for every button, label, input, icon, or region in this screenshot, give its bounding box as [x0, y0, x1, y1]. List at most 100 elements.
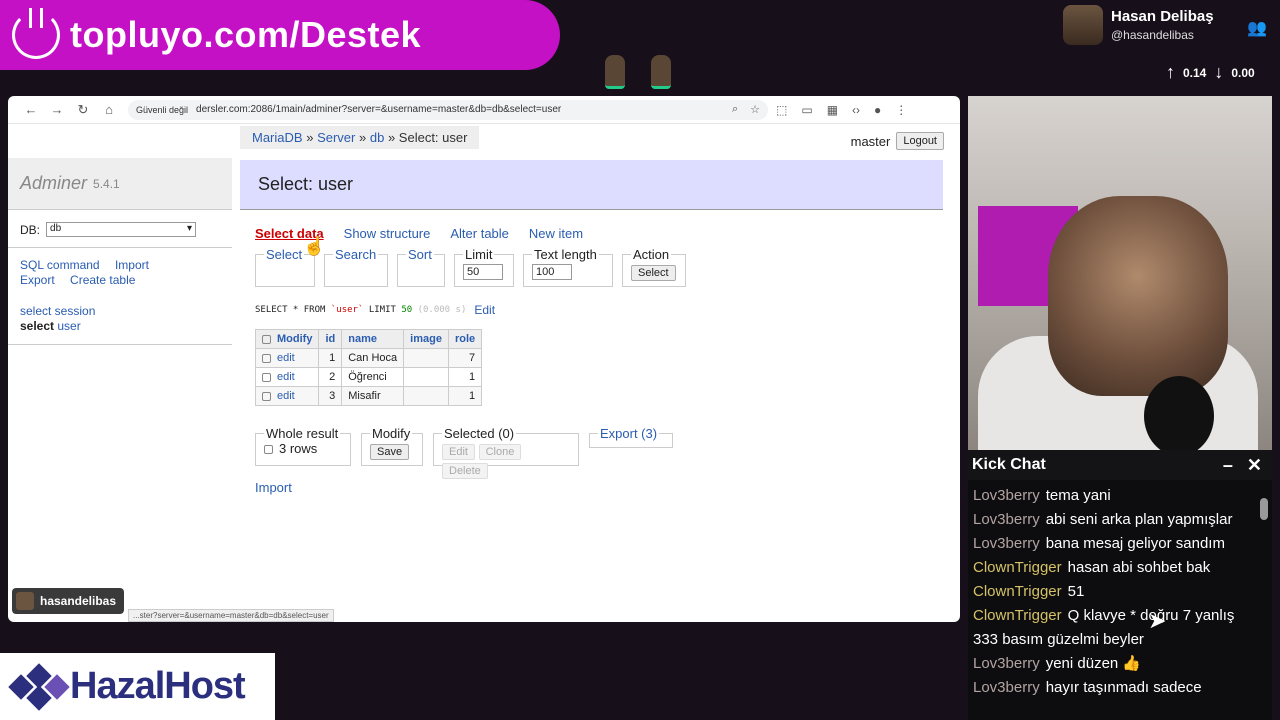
table-select-link[interactable]: select: [20, 319, 54, 333]
sql-edit-link[interactable]: Edit: [474, 303, 495, 317]
users-icon: 👥: [1247, 20, 1267, 37]
close-icon[interactable]: ✕: [1247, 455, 1262, 476]
db-select[interactable]: db: [46, 222, 197, 237]
chat-username[interactable]: Lov3berry: [973, 655, 1040, 672]
col-role[interactable]: role: [447, 329, 483, 349]
forward-icon[interactable]: →: [44, 102, 70, 117]
chat-header: Kick Chat – ✕: [968, 450, 1272, 480]
col-id[interactable]: id: [318, 329, 343, 349]
text-length-input[interactable]: 100: [532, 264, 572, 280]
address-bar[interactable]: Güvenli değil dersler.com:2086/1main/adm…: [128, 99, 768, 120]
reload-icon[interactable]: ↻: [70, 102, 96, 118]
select-all-checkbox[interactable]: [262, 334, 271, 344]
row-checkbox[interactable]: [262, 353, 271, 363]
security-label[interactable]: Güvenli değil: [136, 105, 188, 115]
breadcrumb-current: Select: user: [398, 130, 468, 145]
table-user-link[interactable]: user: [57, 319, 80, 333]
breadcrumb-sep: »: [358, 130, 367, 145]
adminer-logo[interactable]: Adminer: [20, 173, 87, 194]
star-icon[interactable]: ☆: [750, 103, 760, 116]
devtools-icon[interactable]: ‹›: [852, 103, 860, 117]
alter-table-link[interactable]: Alter table: [450, 226, 509, 241]
select-legend[interactable]: Select: [264, 247, 304, 262]
breadcrumb-db[interactable]: db: [370, 130, 384, 145]
apps-icon[interactable]: ▦: [827, 103, 838, 117]
clone-button[interactable]: Clone: [478, 444, 522, 460]
row-checkbox[interactable]: [262, 391, 271, 401]
sort-legend[interactable]: Sort: [406, 247, 434, 262]
create-table-link[interactable]: Create table: [70, 273, 135, 287]
import-link[interactable]: Import: [115, 258, 149, 272]
sidebar-links: SQL command Import Export Create table: [8, 248, 232, 298]
row-edit-link[interactable]: edit: [277, 352, 295, 364]
table-item-user[interactable]: select user: [20, 319, 220, 334]
row-edit-link[interactable]: edit: [277, 390, 295, 402]
sponsor-logo: HazalHost: [0, 653, 275, 720]
cell-name: Öğrenci: [341, 367, 405, 387]
col-modify[interactable]: Modify: [254, 329, 320, 349]
whole-result-checkbox[interactable]: [264, 445, 273, 455]
selected-fieldset: Selected (0) Edit Clone Delete: [433, 426, 579, 479]
chat-message: Lov3berry abi seni arka plan yapmışlar: [973, 508, 1252, 532]
chat-messages: Lov3berry tema yani Lov3berry abi seni arka…: [968, 480, 1272, 700]
user-box: master Logout: [851, 132, 944, 150]
text-length-fieldset: Text length 100: [523, 247, 613, 287]
smiley-logo-icon: [12, 8, 60, 59]
chat-username[interactable]: Lov3berry: [973, 511, 1040, 528]
profile-icon[interactable]: ●: [874, 103, 881, 117]
breadcrumb-mariadb[interactable]: MariaDB: [252, 130, 303, 145]
chat-username[interactable]: ClownTrigger: [973, 607, 1062, 624]
export-fieldset[interactable]: Export (3): [589, 426, 673, 448]
edit-button[interactable]: Edit: [442, 444, 475, 460]
col-image[interactable]: image: [403, 329, 449, 349]
sql-keyword: SELECT * FROM: [255, 305, 326, 315]
zoom-icon[interactable]: ⌕: [732, 103, 738, 116]
main-content: Select: user Select data Show structure …: [240, 160, 943, 495]
menu-icon[interactable]: ⋮: [895, 103, 907, 117]
chat-scrollbar[interactable]: [1260, 498, 1268, 520]
save-button[interactable]: Save: [370, 444, 410, 460]
select-button[interactable]: Select: [631, 265, 676, 281]
new-item-link[interactable]: New item: [529, 226, 583, 241]
url-text[interactable]: dersler.com:2086/1main/adminer?server=&u…: [196, 104, 561, 115]
col-name[interactable]: name: [341, 329, 405, 349]
chat-username[interactable]: Lov3berry: [973, 487, 1040, 504]
avatar: [605, 55, 625, 89]
limit-input[interactable]: 50: [463, 264, 503, 280]
browser-window: ← → ↻ ⌂ Güvenli değil dersler.com:2086/1…: [8, 96, 960, 622]
extensions-icon[interactable]: ⬚: [776, 103, 787, 117]
table-session-link[interactable]: select session: [20, 304, 95, 318]
search-fieldset[interactable]: Search: [324, 247, 388, 287]
sponsor-name: HazalHost: [70, 665, 246, 707]
sql-command-link[interactable]: SQL command: [20, 258, 100, 272]
row-edit-link[interactable]: edit: [277, 371, 295, 383]
delete-button[interactable]: Delete: [442, 463, 488, 479]
import-link-bottom[interactable]: Import: [255, 480, 943, 495]
minimize-icon[interactable]: –: [1223, 455, 1233, 476]
chat-username[interactable]: Lov3berry: [973, 679, 1040, 696]
export-legend[interactable]: Export (3): [598, 426, 659, 441]
export-link[interactable]: Export: [20, 273, 55, 287]
chat-text: hayır taşınmadı sadece: [1045, 679, 1202, 696]
sql-limit-n: 50: [401, 305, 413, 315]
sidepanel-icon[interactable]: ▭: [801, 103, 812, 117]
username: master: [850, 133, 891, 149]
breadcrumb-server[interactable]: Server: [317, 130, 355, 145]
sort-fieldset[interactable]: Sort: [397, 247, 445, 287]
cell-id: 1: [318, 348, 343, 368]
show-structure-link[interactable]: Show structure: [344, 226, 431, 241]
search-legend[interactable]: Search: [333, 247, 378, 262]
adminer-version: 5.4.1: [93, 176, 120, 191]
avatar: [16, 592, 34, 610]
row-checkbox[interactable]: [262, 372, 271, 382]
chat-username[interactable]: Lov3berry: [973, 535, 1040, 552]
table-item-session[interactable]: select session: [20, 304, 220, 319]
home-icon[interactable]: ⌂: [96, 102, 122, 117]
logout-button[interactable]: Logout: [896, 132, 944, 150]
cell-name: Can Hoca: [341, 348, 405, 368]
back-icon[interactable]: ←: [18, 102, 44, 117]
download-arrow-icon: ↓: [1214, 62, 1224, 82]
net-up-value: 0.14: [1183, 65, 1207, 80]
chat-username[interactable]: ClownTrigger: [973, 559, 1062, 576]
chat-username[interactable]: ClownTrigger: [973, 583, 1062, 600]
